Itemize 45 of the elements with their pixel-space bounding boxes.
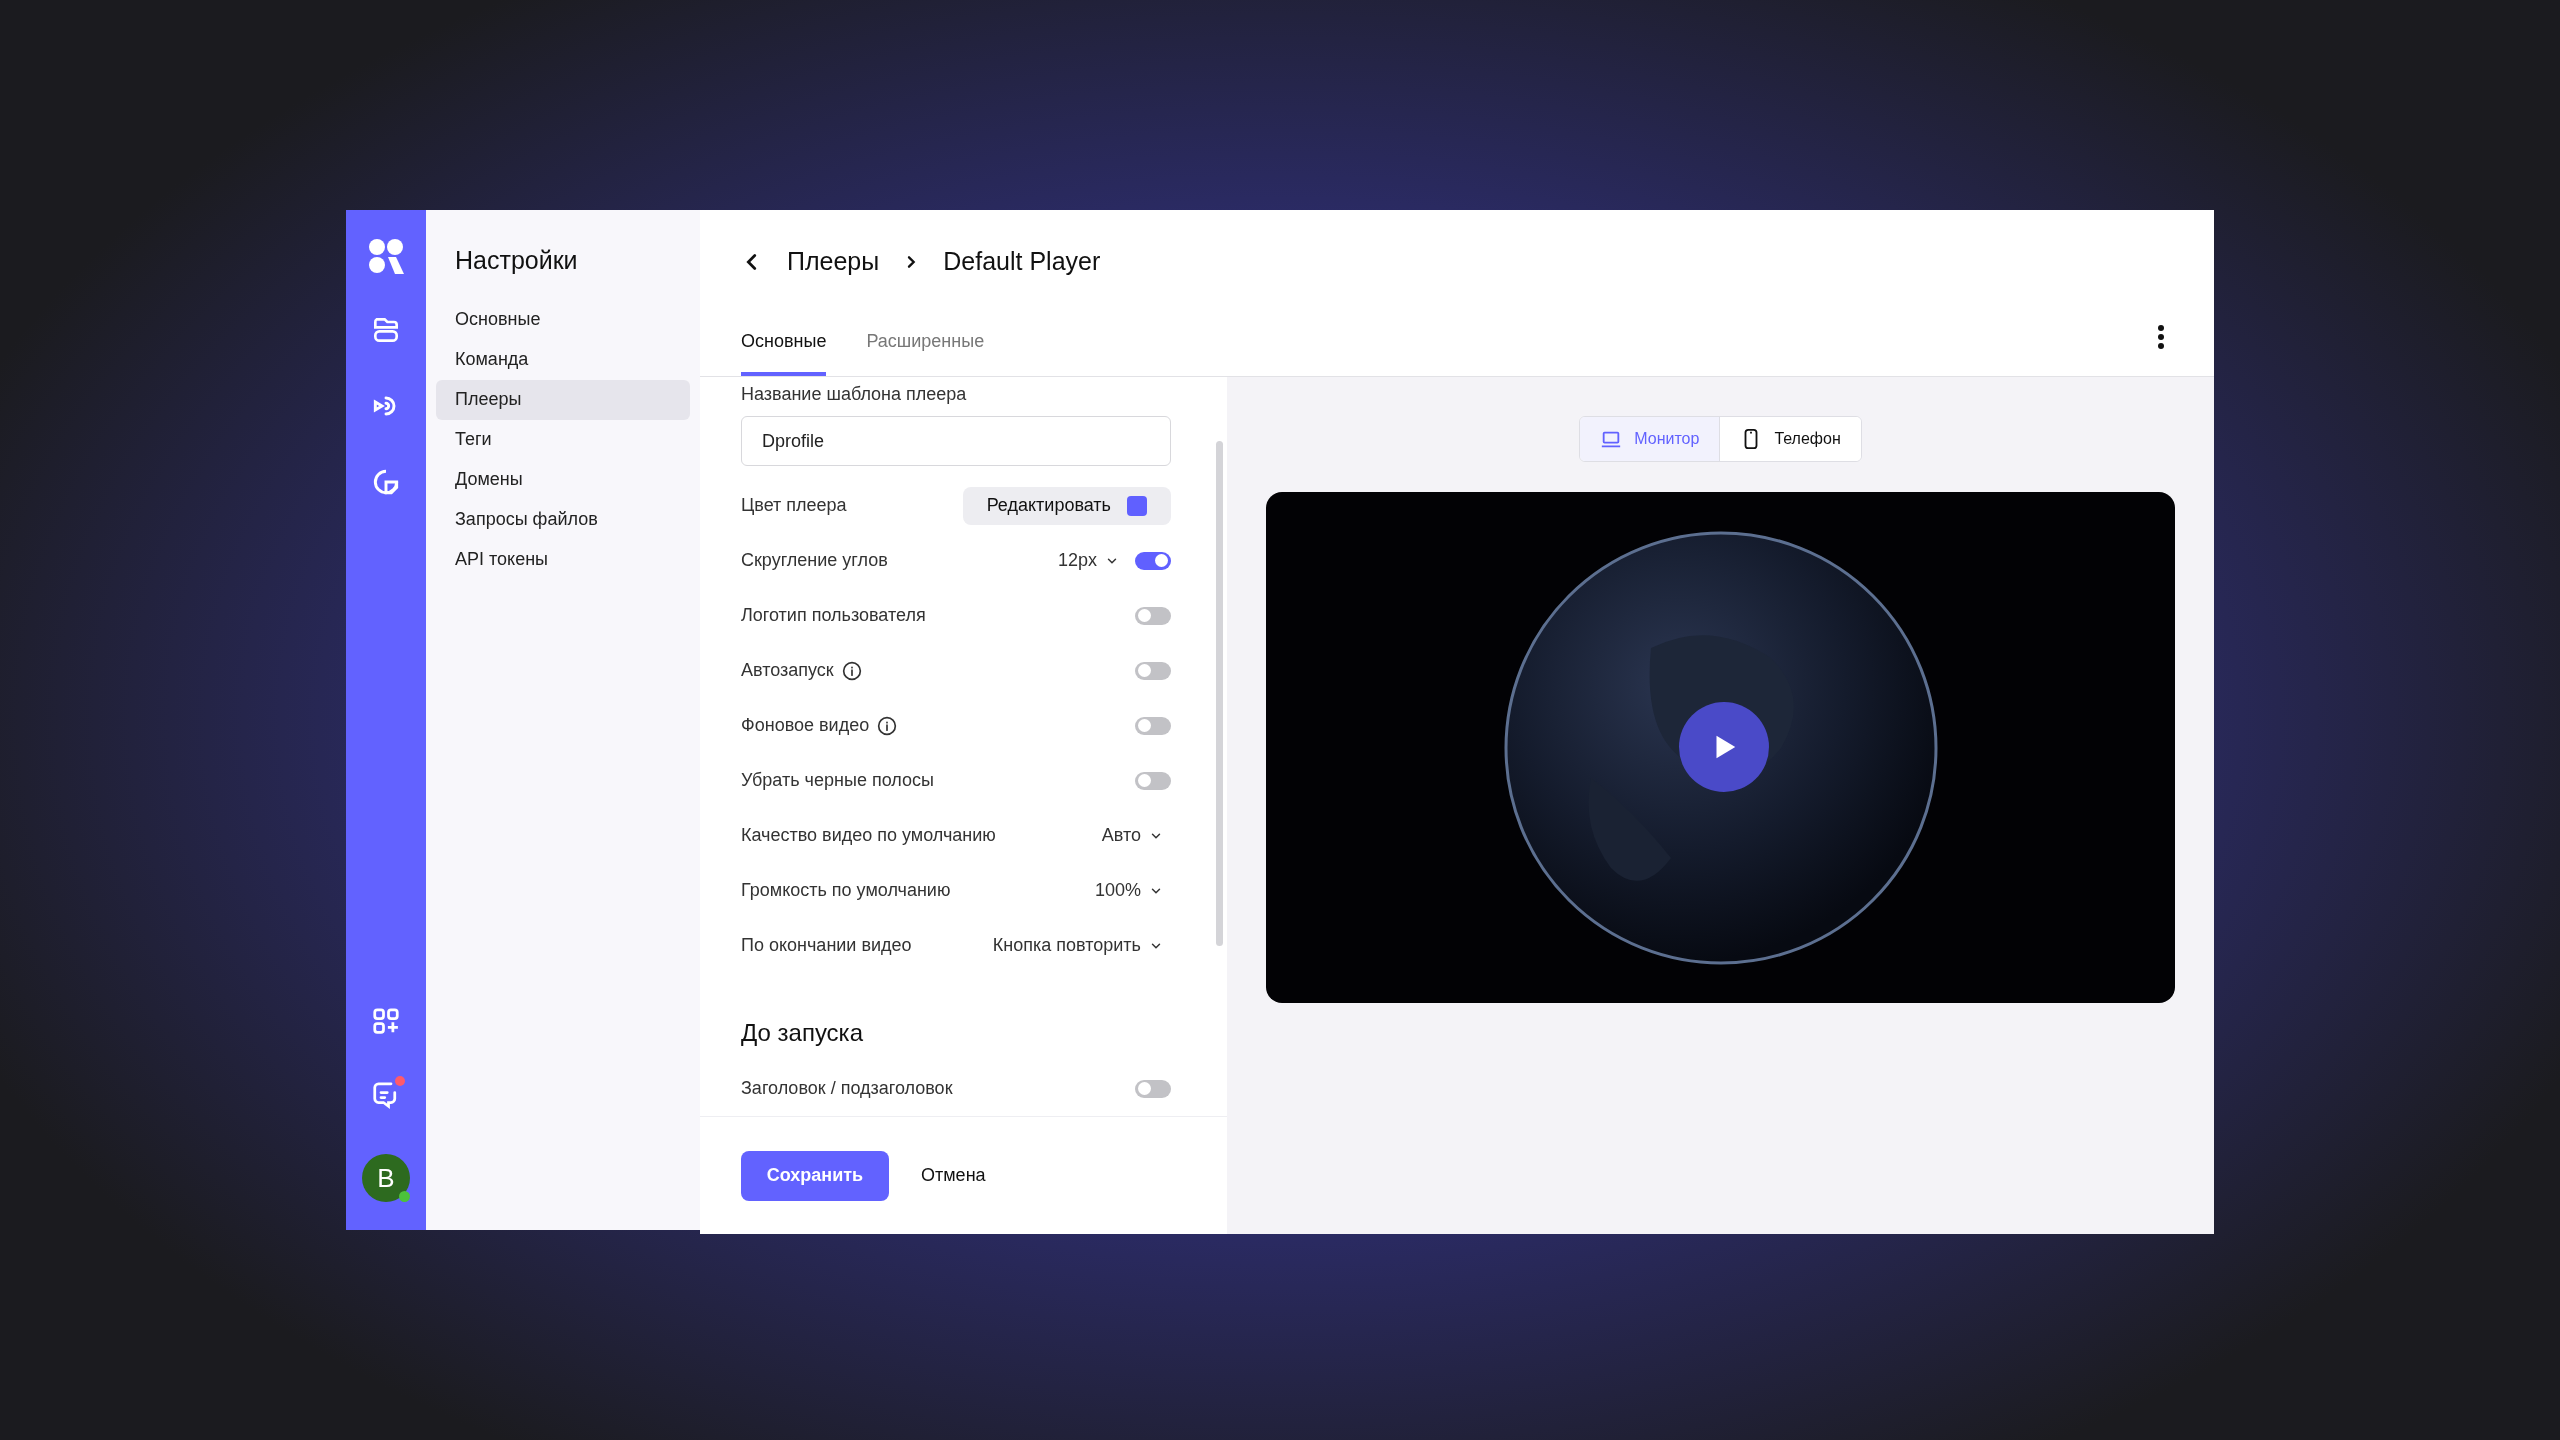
info-icon	[877, 715, 898, 736]
device-tab[interactable]: Монитор	[1580, 417, 1721, 461]
sidebar-item[interactable]: Запросы файлов	[436, 499, 690, 540]
sidebar-item[interactable]: Домены	[436, 459, 690, 500]
section-heading: До запуска	[741, 1018, 864, 1048]
save-button[interactable]: Сохранить	[741, 1150, 889, 1201]
setting-label: Убрать черные полосы	[741, 769, 934, 792]
cancel-button[interactable]: Отмена	[921, 1162, 986, 1189]
setting-label: Скругление углов	[741, 549, 888, 572]
scrollbar[interactable]	[1216, 441, 1223, 946]
toggle-switch[interactable]	[1135, 551, 1171, 570]
toggle-switch[interactable]	[1135, 771, 1171, 790]
sidebar-item[interactable]: Теги	[436, 419, 690, 460]
user-avatar[interactable]: B	[362, 1154, 410, 1202]
select-dropdown[interactable]: 100%	[1094, 877, 1171, 904]
setting-label: Логотип пользователя	[741, 604, 926, 627]
toggle-switch[interactable]	[1135, 661, 1171, 680]
breadcrumb-item[interactable]: Плееры	[787, 242, 880, 281]
setting-label: Громкость по умолчанию	[741, 879, 951, 902]
toggle-switch[interactable]	[1135, 1079, 1171, 1098]
setting-label: Фоновое видео	[741, 714, 870, 737]
info-icon	[841, 660, 862, 681]
sidebar-item[interactable]: Основные	[436, 299, 690, 340]
select-dropdown[interactable]: Авто	[1101, 822, 1171, 849]
setting-label: По окончании видео	[741, 934, 912, 957]
toggle-switch[interactable]	[1135, 716, 1171, 735]
sidebar-item[interactable]: API токены	[436, 539, 690, 580]
sidebar-item[interactable]: Команда	[436, 339, 690, 380]
template-name-input[interactable]: Dprofile	[741, 416, 1171, 466]
select-dropdown[interactable]: Кнопка повторить	[992, 932, 1171, 959]
logo-icon[interactable]	[368, 238, 404, 274]
add-apps-icon[interactable]	[371, 1006, 401, 1036]
more-options-icon[interactable]	[2157, 324, 2165, 350]
sidebar-item[interactable]: Плееры	[436, 379, 690, 420]
setting-label: Заголовок / подзаголовок	[741, 1077, 953, 1100]
edit-color-button[interactable]: Редактировать	[962, 486, 1171, 525]
field-label: Название шаблона плеера	[741, 383, 968, 406]
select-dropdown[interactable]: 12px	[1057, 547, 1119, 574]
toggle-switch[interactable]	[1135, 606, 1171, 625]
setting-label: Автозапуск	[741, 659, 834, 682]
breadcrumb-item: Default Player	[943, 245, 1101, 277]
setting-label: Цвет плеера	[741, 494, 847, 517]
tab[interactable]: Расширенные	[866, 311, 985, 376]
sidebar-title: Настройки	[454, 245, 579, 276]
setting-label: Качество видео по умолчанию	[741, 824, 996, 847]
